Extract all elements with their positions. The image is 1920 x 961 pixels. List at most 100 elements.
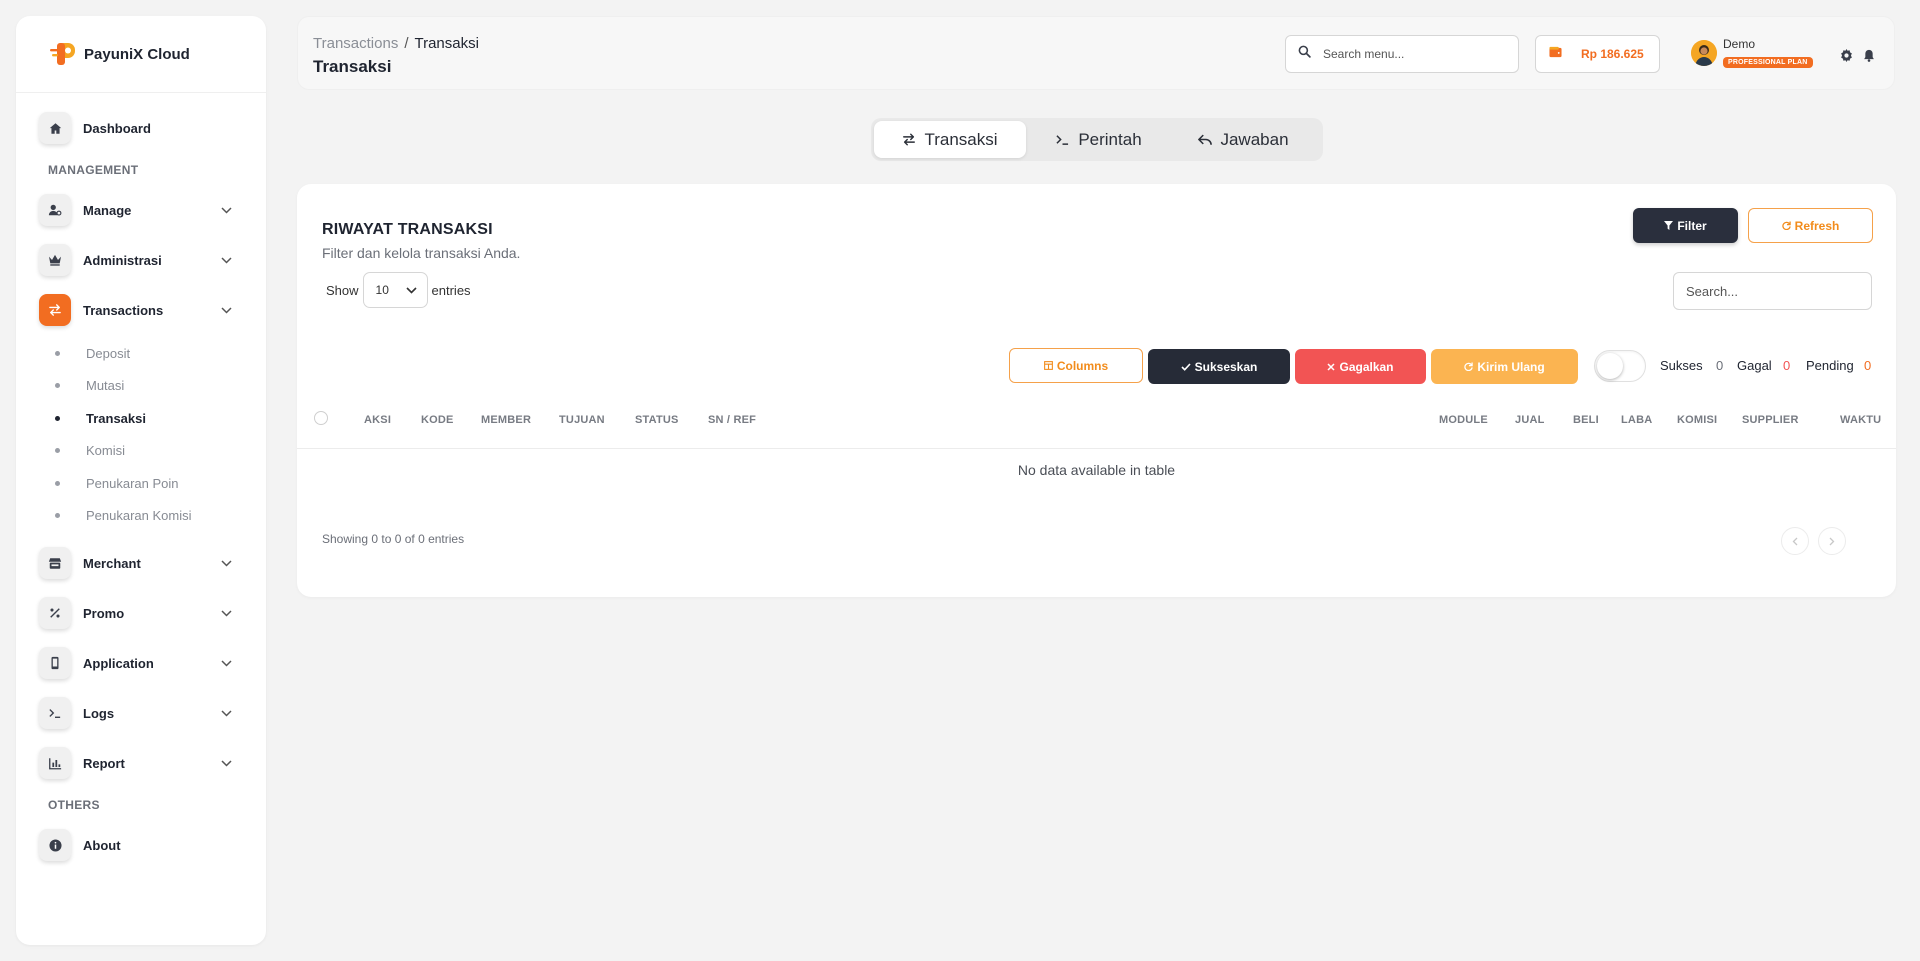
column-header-kode[interactable]: KODE	[421, 414, 454, 426]
sidebar-subitem-transaksi[interactable]: Transaksi	[16, 402, 266, 435]
entries-select[interactable]: 10	[362, 272, 428, 308]
chevron-down-icon	[405, 283, 417, 297]
stat-sukses-label: Sukses	[1660, 358, 1703, 373]
info-icon	[39, 829, 71, 861]
sidebar-subitem-label: Komisi	[86, 443, 126, 459]
tab-jawaban[interactable]: Jawaban	[1171, 121, 1316, 158]
columns-button-label: Columns	[1056, 358, 1109, 373]
column-header-beli[interactable]: BELI	[1573, 414, 1599, 426]
column-header-sn-ref[interactable]: SN / REF	[708, 414, 756, 426]
table-search-input[interactable]	[1673, 272, 1872, 310]
sidebar-subitem-komisi[interactable]: Komisi	[16, 435, 266, 468]
home-icon	[39, 112, 71, 144]
tab-transaksi[interactable]: Transaksi	[874, 121, 1026, 158]
column-header-jual[interactable]: JUAL	[1515, 414, 1545, 426]
sidebar-item-label: Administrasi	[83, 252, 162, 268]
column-header-module[interactable]: MODULE	[1439, 414, 1488, 426]
kirim-ulang-button[interactable]: Kirim Ulang	[1431, 349, 1578, 384]
sidebar-item-report[interactable]: Report	[16, 738, 266, 788]
check-icon	[1181, 362, 1191, 371]
balance-amount: Rp 186.625	[1581, 47, 1644, 61]
user-menu[interactable]: Demo PROFESSIONAL PLAN	[1691, 37, 1813, 69]
menu-search-input[interactable]	[1323, 47, 1493, 61]
user-gear-icon	[39, 194, 71, 226]
close-icon	[1327, 362, 1336, 371]
sukseskan-button[interactable]: Sukseskan	[1148, 349, 1290, 384]
gagalkan-button[interactable]: Gagalkan	[1295, 349, 1426, 384]
sidebar-item-label: About	[83, 837, 121, 853]
sidebar-item-manage[interactable]: Manage	[16, 185, 266, 235]
sidebar-nav: Dashboard MANAGEMENT Manage Administrasi…	[16, 93, 266, 870]
auto-refresh-toggle[interactable]	[1594, 350, 1646, 382]
filter-button-label: Filter	[1677, 218, 1707, 233]
toggle-knob	[1597, 353, 1623, 379]
column-header-waktu[interactable]: WAKTU	[1840, 414, 1881, 426]
entries-length-control: Show 10 entries	[326, 272, 471, 308]
tab-label: Perintah	[1078, 129, 1142, 149]
sidebar-item-label: Dashboard	[83, 120, 151, 136]
gear-icon[interactable]	[1839, 48, 1853, 62]
sidebar-item-promo[interactable]: Promo	[16, 588, 266, 638]
chevron-down-icon	[220, 557, 232, 569]
sidebar-item-label: Promo	[83, 605, 125, 621]
pagination-prev-button[interactable]	[1781, 527, 1809, 555]
sidebar-item-administrasi[interactable]: Administrasi	[16, 235, 266, 285]
section-title-others: OTHERS	[48, 798, 100, 812]
sidebar-item-about[interactable]: About	[16, 820, 266, 870]
sidebar-subitem-label: Deposit	[86, 345, 131, 361]
chevron-down-icon	[220, 304, 232, 316]
brand[interactable]: PayuniX Cloud	[16, 16, 266, 93]
column-header-supplier[interactable]: SUPPLIER	[1742, 414, 1799, 426]
column-header-member[interactable]: MEMBER	[481, 414, 531, 426]
sidebar-item-dashboard[interactable]: Dashboard	[16, 103, 266, 153]
menu-search-box[interactable]	[1285, 35, 1519, 73]
column-header-status[interactable]: STATUS	[635, 414, 679, 426]
search-icon	[1298, 45, 1311, 63]
kirim-ulang-button-label: Kirim Ulang	[1477, 359, 1545, 374]
brand-logo-icon	[48, 40, 78, 68]
sidebar-subitem-penukaran-poin[interactable]: Penukaran Poin	[16, 467, 266, 500]
terminal-icon	[39, 697, 71, 729]
brand-name: PayuniX Cloud	[84, 45, 190, 63]
sidebar-subitem-penukaran-komisi[interactable]: Penukaran Komisi	[16, 500, 266, 533]
column-header-laba[interactable]: LABA	[1621, 414, 1652, 426]
bell-icon[interactable]	[1862, 48, 1876, 62]
sidebar-subitem-mutasi[interactable]: Mutasi	[16, 370, 266, 403]
breadcrumb-parent-link[interactable]: Transactions	[313, 35, 398, 52]
user-name: Demo	[1723, 37, 1756, 51]
sidebar-item-application[interactable]: Application	[16, 638, 266, 688]
stat-sukses-value: 0	[1716, 358, 1724, 373]
table-empty-message: No data available in table	[1017, 462, 1176, 478]
column-header-tujuan[interactable]: TUJUAN	[559, 414, 605, 426]
sidebar-item-logs[interactable]: Logs	[16, 688, 266, 738]
chevron-down-icon	[220, 607, 232, 619]
tab-perintah[interactable]: Perintah	[1026, 121, 1171, 158]
chevron-down-icon	[220, 707, 232, 719]
sidebar-item-merchant[interactable]: Merchant	[16, 538, 266, 588]
sidebar-item-label: Logs	[83, 705, 115, 721]
sukseskan-button-label: Sukseskan	[1194, 359, 1258, 374]
table-header: AKSI KODE MEMBER TUJUAN STATUS SN / REF …	[297, 409, 1896, 433]
crown-icon	[39, 244, 71, 276]
columns-button[interactable]: Columns	[1009, 348, 1143, 383]
sidebar-subitem-deposit[interactable]: Deposit	[16, 337, 266, 370]
sidebar-item-label: Application	[83, 655, 154, 671]
percent-icon	[39, 597, 71, 629]
wallet-balance-button[interactable]: Rp 186.625	[1535, 35, 1660, 73]
store-icon	[39, 547, 71, 579]
sidebar-item-transactions[interactable]: Transactions	[16, 285, 266, 335]
bullet-dot	[55, 448, 60, 454]
filter-button[interactable]: Filter	[1633, 208, 1738, 243]
bar-chart-icon	[39, 747, 71, 779]
reply-icon	[1198, 134, 1213, 145]
select-all-checkbox[interactable]	[314, 411, 328, 425]
gagalkan-button-label: Gagalkan	[1339, 359, 1394, 374]
column-header-aksi[interactable]: AKSI	[364, 414, 391, 426]
breadcrumb-current: Transaksi	[414, 35, 479, 52]
card-subtitle: Filter dan kelola transaksi Anda.	[322, 245, 521, 261]
column-header-komisi[interactable]: KOMISI	[1677, 414, 1717, 426]
pagination-next-button[interactable]	[1818, 527, 1846, 555]
terminal-icon	[1056, 135, 1069, 145]
stat-gagal-label: Gagal	[1737, 358, 1772, 373]
refresh-button[interactable]: Refresh	[1748, 208, 1873, 243]
